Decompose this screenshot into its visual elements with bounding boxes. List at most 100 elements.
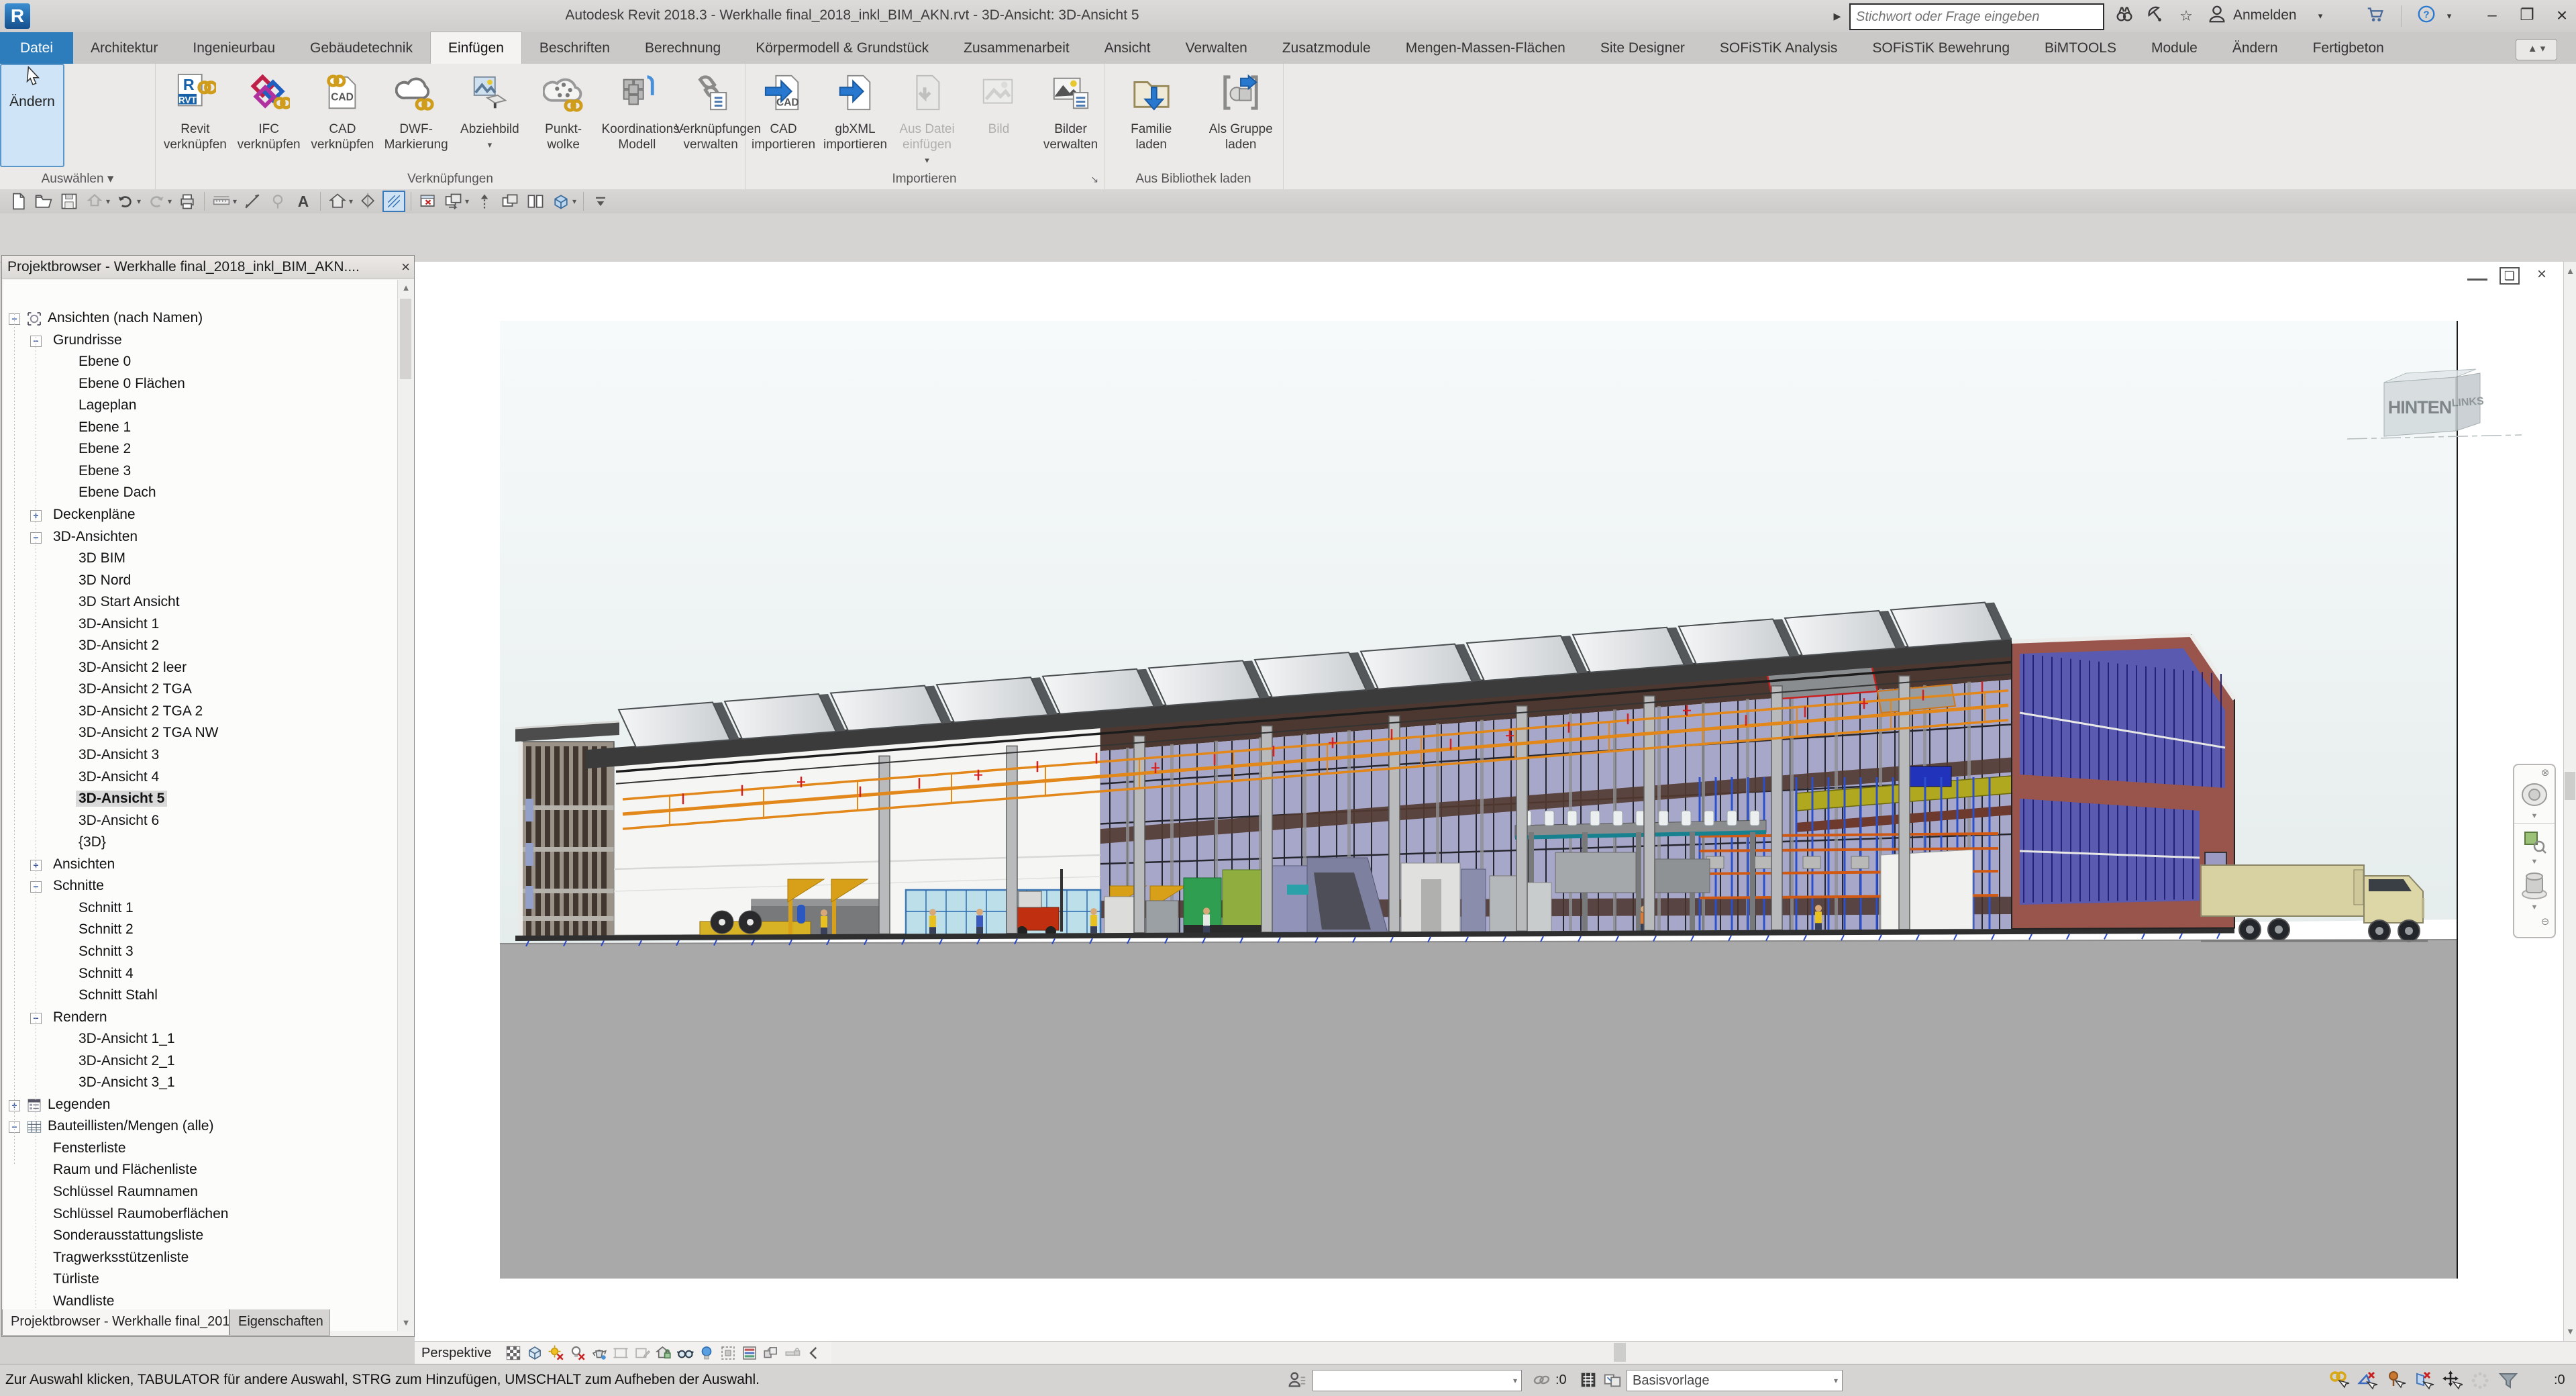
tab-datei[interactable]: Datei: [0, 32, 73, 64]
panel-tab-projektbrowser-werkhalle-final[interactable]: Projektbrowser - Werkhalle final_2018_i.…: [2, 1309, 229, 1336]
canvas-scroll-up-icon[interactable]: ▲: [2564, 263, 2576, 279]
qat-arrowup-button[interactable]: [473, 191, 496, 212]
button-bilder-verwalten[interactable]: Bilderverwalten: [1036, 68, 1105, 166]
button-bild[interactable]: Bild: [964, 68, 1033, 166]
tree-item-raum-und-flächenliste[interactable]: Raum und Flächenliste: [3, 1160, 398, 1182]
close-button[interactable]: ×: [2547, 5, 2576, 27]
tree-item-3d-ansicht-2[interactable]: 3D-Ansicht 2: [3, 636, 398, 658]
tab-zusatzmodule[interactable]: Zusatzmodule: [1265, 32, 1388, 64]
viewbar-displace-icon[interactable]: [761, 1343, 781, 1363]
steering-wheel-icon[interactable]: [2514, 780, 2555, 813]
tree-item-3d-ansicht-2-tga-2[interactable]: 3D-Ansicht 2 TGA 2: [3, 701, 398, 724]
scroll-thumb[interactable]: [400, 299, 411, 379]
tree-item-3d-start-ansicht[interactable]: 3D Start Ansicht: [3, 592, 398, 614]
qat-undo-button[interactable]: [114, 191, 137, 212]
wheel-dropdown-icon[interactable]: ▼: [2514, 903, 2555, 911]
tab-site-designer[interactable]: Site Designer: [1583, 32, 1702, 64]
navigation-bar[interactable]: ⊗ ▼ ▼ ▼ ⊖: [2513, 764, 2556, 938]
scroll-up-icon[interactable]: ▲: [398, 280, 414, 296]
tab-ansicht[interactable]: Ansicht: [1087, 32, 1168, 64]
tree-item-3d-ansicht-2-leer[interactable]: 3D-Ansicht 2 leer: [3, 658, 398, 680]
tab-fertigbeton[interactable]: Fertigbeton: [2296, 32, 2402, 64]
qat-cascade-button[interactable]: [499, 191, 521, 212]
ribbon-collapse-button[interactable]: ▲ ▾: [2516, 39, 2557, 60]
tree-item-fensterliste[interactable]: Fensterliste: [3, 1138, 398, 1160]
zoom-region-icon[interactable]: [2514, 828, 2555, 858]
view-type-label[interactable]: Perspektive: [421, 1346, 492, 1361]
tree-item-sonderausstattungsliste[interactable]: Sonderausstattungsliste: [3, 1226, 398, 1248]
canvas-scroll-down-icon[interactable]: ▼: [2564, 1324, 2576, 1340]
button-familie-laden[interactable]: Familieladen: [1108, 68, 1195, 166]
navbar-dropdown-icon[interactable]: ▼: [2514, 812, 2555, 820]
tab-architektur[interactable]: Architektur: [73, 32, 175, 64]
tab-körpermodell-grundstück[interactable]: Körpermodell & Grundstück: [738, 32, 946, 64]
status-seldrag-icon[interactable]: [2441, 1370, 2463, 1395]
sign-in-button[interactable]: Anmelden: [2233, 7, 2297, 23]
tree-item-schnitt-4[interactable]: Schnitt 4: [3, 964, 398, 986]
minimize-button[interactable]: –: [2477, 5, 2507, 27]
signin-dropdown-icon[interactable]: ▾: [2314, 4, 2327, 28]
tab-sofistik-analysis[interactable]: SOFiSTiK Analysis: [1702, 32, 1855, 64]
tree-item-ebene-2[interactable]: Ebene 2: [3, 439, 398, 461]
qat-home3d-button[interactable]: [326, 191, 349, 212]
viewbar-sunx-icon[interactable]: [546, 1343, 566, 1363]
tree-item-3d-bim[interactable]: 3D BIM: [3, 548, 398, 570]
design-options-icon[interactable]: [1602, 1370, 1624, 1391]
tab-einfügen[interactable]: Einfügen: [430, 32, 522, 64]
button-als-gruppe-laden[interactable]: Als Gruppeladen: [1198, 68, 1285, 166]
tree-item-3d-ansicht-1[interactable]: 3D-Ansicht 1: [3, 614, 398, 636]
tab-module[interactable]: Module: [2134, 32, 2215, 64]
search-box[interactable]: [1849, 3, 2104, 30]
tree-item-ebene-0-flächen[interactable]: Ebene 0 Flächen: [3, 374, 398, 396]
viewbar-teapot-icon[interactable]: [589, 1343, 609, 1363]
viewbar-cropg-icon[interactable]: [611, 1343, 631, 1363]
tree-item-türliste[interactable]: Türliste: [3, 1269, 398, 1291]
tree-item-schlüssel-raumoberflächen[interactable]: Schlüssel Raumoberflächen: [3, 1204, 398, 1226]
help-dropdown-icon[interactable]: ▾: [2442, 4, 2456, 28]
dropdown-arrow-icon[interactable]: ▾: [168, 197, 174, 206]
tree-item-3d-ansicht-3[interactable]: 3D-Ansicht 3: [3, 745, 398, 767]
status-selunder-icon[interactable]: [2357, 1370, 2378, 1395]
button-cad-importieren[interactable]: CADCADimportieren: [749, 68, 818, 166]
qat-switchwin-button[interactable]: [442, 191, 465, 212]
design-option-select[interactable]: Basisvorlage▾: [1627, 1370, 1843, 1391]
button-gbxml-importieren[interactable]: gbXMLimportieren: [821, 68, 890, 166]
viewbar-vscale-icon[interactable]: [503, 1343, 523, 1363]
editable-grid-icon[interactable]: [1578, 1370, 1600, 1391]
dropdown-arrow-icon[interactable]: ▾: [572, 197, 579, 206]
tree-item-ansichten-nach-namen-[interactable]: −Ansichten (nach Namen): [3, 308, 398, 330]
status-bgcircle-icon[interactable]: [2469, 1370, 2491, 1395]
tree-item-bauteillisten-mengen-alle-[interactable]: −Bauteillisten/Mengen (alle): [3, 1116, 398, 1138]
panel-dialog-launcher-icon[interactable]: ↘: [1090, 174, 1098, 185]
tree-item-schnitt-2[interactable]: Schnitt 2: [3, 919, 398, 942]
tree-item-ansichten[interactable]: +Ansichten: [3, 854, 398, 877]
favorites-star-icon[interactable]: ☆: [2173, 4, 2200, 28]
revit-app-icon[interactable]: R: [5, 3, 30, 29]
tab-sofistik-bewehrung[interactable]: SOFiSTiK Bewehrung: [1855, 32, 2027, 64]
panel-tab-eigenschaften[interactable]: Eigenschaften: [229, 1309, 330, 1336]
qat-open-button[interactable]: [32, 191, 55, 212]
status-sellink-icon[interactable]: [2328, 1370, 2350, 1395]
dropdown-arrow-icon[interactable]: ▾: [465, 197, 472, 206]
tree-item-legenden[interactable]: +Legenden: [3, 1095, 398, 1117]
tree-item-rendern[interactable]: −Rendern: [3, 1007, 398, 1030]
tree-item-ebene-3[interactable]: Ebene 3: [3, 461, 398, 483]
drawing-area[interactable]: HINTENLINKS ❏ × ⊗ ▼ ▼ ▼ ⊖: [415, 262, 2576, 1341]
viewbar-chevl-icon[interactable]: [804, 1343, 824, 1363]
button-cad-verknüpfen[interactable]: CADCADverknüpfen: [307, 68, 378, 166]
button-revit-verknüpfen[interactable]: RVTRRevitverknüpfen: [160, 68, 231, 166]
search-icon[interactable]: [2111, 4, 2138, 28]
tree-item-3d-ansicht-3-1[interactable]: 3D-Ansicht 3_1: [3, 1073, 398, 1095]
zoom-dropdown-icon[interactable]: ▼: [2514, 858, 2555, 866]
dropdown-arrow-icon[interactable]: ▾: [233, 197, 240, 206]
tab-gebäudetechnik[interactable]: Gebäudetechnik: [293, 32, 430, 64]
tree-item-{3d}[interactable]: {3D}: [3, 832, 398, 854]
tab-beschriften[interactable]: Beschriften: [522, 32, 627, 64]
search-collapse-icon[interactable]: ▸: [1829, 4, 1845, 28]
view-minimize-icon[interactable]: [2467, 267, 2487, 281]
viewbar-vstyle-icon[interactable]: [525, 1343, 545, 1363]
tab-mengen-massen-flächen[interactable]: Mengen-Massen-Flächen: [1388, 32, 1583, 64]
button-koordinations-modell[interactable]: Koordinations-Modell: [602, 68, 673, 166]
button-ifc-verknüpfen[interactable]: IFCverknüpfen: [234, 68, 305, 166]
panel-label-importieren[interactable]: Importieren: [745, 172, 1104, 187]
